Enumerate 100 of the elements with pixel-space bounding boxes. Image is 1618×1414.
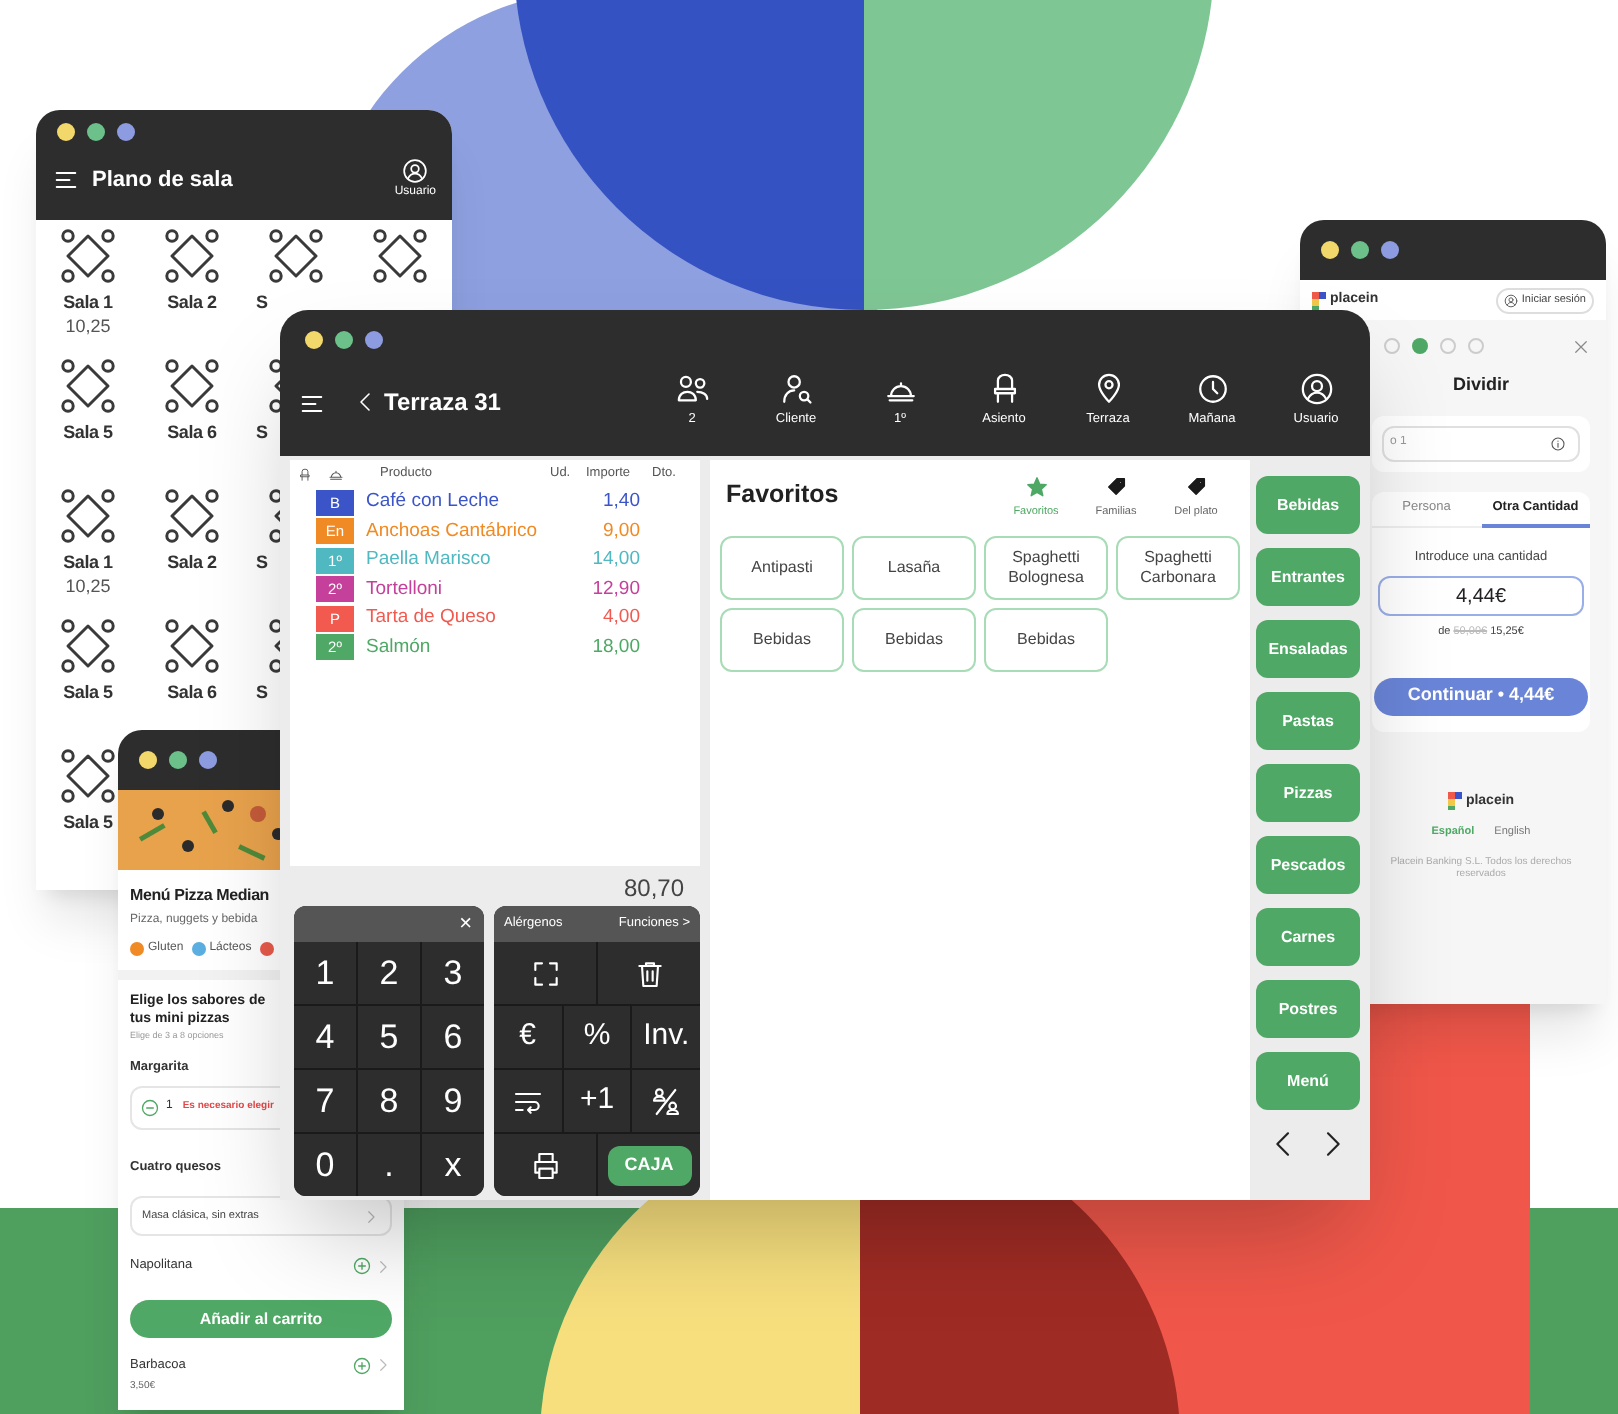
amount-field[interactable]: 4,44€ [1378,576,1584,617]
product-button[interactable]: Antipasti [720,536,844,601]
table-label: Sala 1 [63,554,113,572]
user-icon [1503,293,1518,307]
product-button[interactable]: Spaghetti Bolognesa [984,536,1108,601]
table-label: Sala 2 [167,554,217,572]
line-name[interactable]: Café con Leche [366,488,566,517]
table-label: Sala 5 [63,814,113,832]
table-label: Sala 6 [167,684,217,702]
close-button[interactable]: × [459,907,472,941]
keypad-key[interactable]: x [422,1134,484,1196]
line-name[interactable]: Tortelloni [366,575,566,604]
close-icon[interactable] [1572,337,1590,355]
function-key[interactable]: % [563,1006,631,1068]
keypad-key[interactable]: . [358,1134,420,1196]
window-title: Plano de sala [92,165,233,196]
function-key[interactable]: +1 [563,1070,631,1132]
table-icon[interactable] [266,486,280,546]
printer-icon [529,1149,561,1181]
keypad-key[interactable]: 6 [422,1006,484,1068]
table-icon[interactable] [58,356,118,416]
keypad-key[interactable]: 5 [358,1006,420,1068]
line-amount: 14,00 [590,546,640,575]
function-key[interactable]: Inv. [632,1006,700,1068]
function-key[interactable] [632,1070,700,1132]
add-icon[interactable] [352,1355,372,1376]
fullscreen-icon [529,957,561,989]
function-key[interactable] [494,1134,596,1196]
line-amount: 18,00 [590,633,640,662]
table-icon[interactable] [266,226,326,286]
function-key[interactable] [598,942,700,1004]
line-amount: 4,00 [601,604,640,633]
table-label: S [254,554,268,572]
function-key[interactable]: € [494,1006,562,1068]
table-label: Sala 2 [167,294,217,312]
minus-icon[interactable] [140,1097,160,1117]
product-button[interactable]: Bebidas [984,608,1108,673]
product-button[interactable]: Lasaña [852,536,976,601]
people-icon [675,372,709,407]
chevron-right-icon [362,1207,380,1226]
menu-icon[interactable] [298,390,326,418]
table-icon[interactable] [266,616,280,676]
info-icon[interactable] [1550,435,1566,451]
chevron-right-icon [374,1257,392,1276]
table-label: S [254,294,268,312]
table-icon[interactable] [162,486,222,546]
line-amount: 9,00 [601,517,640,546]
table-label: Sala 6 [167,424,217,442]
tag-icon [1185,476,1207,498]
menu-icon[interactable] [52,166,80,194]
window-controls-icon[interactable] [304,330,388,350]
table-label: S [254,684,268,702]
table-icon[interactable] [370,226,430,286]
table-icon[interactable] [162,226,222,286]
product-button[interactable]: Spaghetti Carbonara [1116,536,1240,601]
keypad-key[interactable]: 3 [422,942,484,1004]
chevron-right-icon [374,1356,392,1375]
keypad-key[interactable]: 9 [422,1070,484,1132]
table-icon[interactable] [266,356,280,416]
window-controls-icon[interactable] [1320,240,1404,260]
section-title: Favoritos [726,478,839,512]
line-amount: 12,90 [590,575,640,604]
keypad-key[interactable]: 4 [294,1006,356,1068]
tag-icon [1105,476,1127,498]
table-icon[interactable] [58,226,118,286]
trash-icon [633,957,665,989]
table-icon[interactable] [162,356,222,416]
function-key[interactable] [494,1070,562,1132]
user-icon[interactable] [402,158,429,184]
logo-icon [1447,792,1462,811]
table-amount: 10,25 [65,578,111,596]
line-amount: 1,40 [601,488,640,517]
user-search-icon [779,372,813,407]
table-icon[interactable] [58,616,118,676]
window-controls-icon[interactable] [138,750,222,770]
keypad-key[interactable]: 8 [358,1070,420,1132]
product-button[interactable]: Bebidas [720,608,844,673]
keypad-key[interactable]: 1 [294,942,356,1004]
logo-icon [1312,291,1326,309]
user-icon [1299,372,1333,407]
dialog-title: Dividir [1450,372,1511,398]
window-controls-icon[interactable] [56,122,140,142]
ticket-total: 80,70 [621,872,686,904]
keypad-key[interactable]: 2 [358,942,420,1004]
table-label: Sala 5 [63,684,113,702]
product-button[interactable]: Bebidas [852,608,976,673]
keypad-key[interactable]: 0 [294,1134,356,1196]
add-icon[interactable] [352,1256,372,1277]
continue-button[interactable]: Continuar • 4,44€ [1374,677,1588,715]
table-icon[interactable] [58,486,118,546]
star-icon [1025,476,1047,498]
product-title: Menú Pizza Median [130,886,269,906]
table-icon[interactable] [162,616,222,676]
table-label: Sala 5 [63,424,113,442]
table-icon[interactable] [58,746,118,806]
keypad-key[interactable]: 7 [294,1070,356,1132]
table-amount: 10,25 [65,318,111,336]
clock-icon [1195,372,1229,407]
table-label: S [254,424,268,442]
chair-icon [298,467,312,481]
